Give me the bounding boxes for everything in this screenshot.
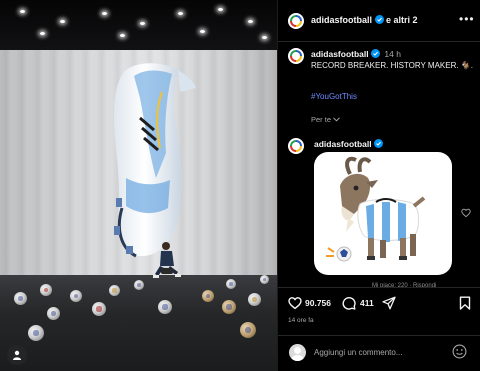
post-time-ago[interactable]: 14 ore fa	[288, 317, 314, 324]
football	[14, 292, 27, 305]
comment-composer	[278, 335, 480, 371]
caption-avatar[interactable]	[288, 48, 304, 64]
post-author[interactable]: adidasfootball e altri 2	[311, 15, 418, 25]
hashtag-link[interactable]: #YouGotThis	[311, 92, 357, 101]
caption-text: RECORD BREAKER. HISTORY MAKER. 🐐.	[311, 61, 473, 70]
football	[158, 300, 172, 314]
comment-icon[interactable]	[342, 296, 356, 310]
seated-person-image	[153, 242, 181, 278]
football	[109, 285, 120, 296]
likes-count[interactable]: 90.756	[305, 298, 331, 308]
ceiling	[0, 0, 277, 52]
verified-badge-icon	[374, 15, 384, 24]
football	[28, 325, 44, 341]
per-te-label: Per te	[311, 115, 332, 124]
comments-count[interactable]: 411	[360, 298, 374, 308]
goat-icon	[326, 156, 426, 262]
football	[240, 322, 256, 338]
football	[226, 279, 236, 289]
heart-icon[interactable]	[288, 296, 302, 310]
chevron-down-icon	[333, 117, 340, 122]
comment-username[interactable]: adidasfootball	[314, 139, 372, 149]
share-icon[interactable]	[382, 296, 396, 310]
user-icon	[13, 350, 21, 360]
caption-timestamp[interactable]: 14 h	[384, 49, 401, 59]
football	[47, 307, 60, 320]
football	[222, 300, 236, 314]
profile-avatar[interactable]	[288, 13, 304, 29]
verified-badge-icon	[371, 49, 380, 58]
post-sidebar: adidasfootball e altri 2 ••• adidasfootb…	[277, 0, 480, 371]
bookmark-icon[interactable]	[458, 296, 472, 310]
football	[248, 293, 261, 306]
comment-input[interactable]	[314, 346, 444, 359]
football	[260, 275, 269, 284]
tagged-users-button[interactable]	[7, 345, 27, 365]
football	[70, 290, 82, 302]
my-avatar	[289, 344, 306, 361]
football	[202, 290, 214, 302]
smiley-icon[interactable]	[452, 344, 467, 359]
author-username[interactable]: adidasfootball	[311, 15, 372, 25]
caption-username[interactable]: adidasfootball	[311, 49, 369, 59]
post-media[interactable]	[0, 0, 277, 371]
football	[92, 302, 106, 316]
comment-avatar[interactable]	[288, 138, 304, 154]
translation-toggle[interactable]: Per te	[311, 115, 340, 124]
coauthors-link[interactable]: e altri 2	[386, 15, 418, 25]
football-boot-image	[114, 63, 196, 258]
post-actions: 90.756 411 14 ore fa	[278, 287, 480, 327]
verified-badge-icon	[374, 139, 383, 148]
football	[40, 284, 52, 296]
goat-sticker	[314, 152, 452, 275]
football	[134, 280, 144, 290]
more-horizontal-icon[interactable]: •••	[459, 13, 474, 26]
post-header: adidasfootball e altri 2 •••	[278, 0, 480, 42]
like-comment-heart-icon[interactable]	[461, 208, 471, 218]
